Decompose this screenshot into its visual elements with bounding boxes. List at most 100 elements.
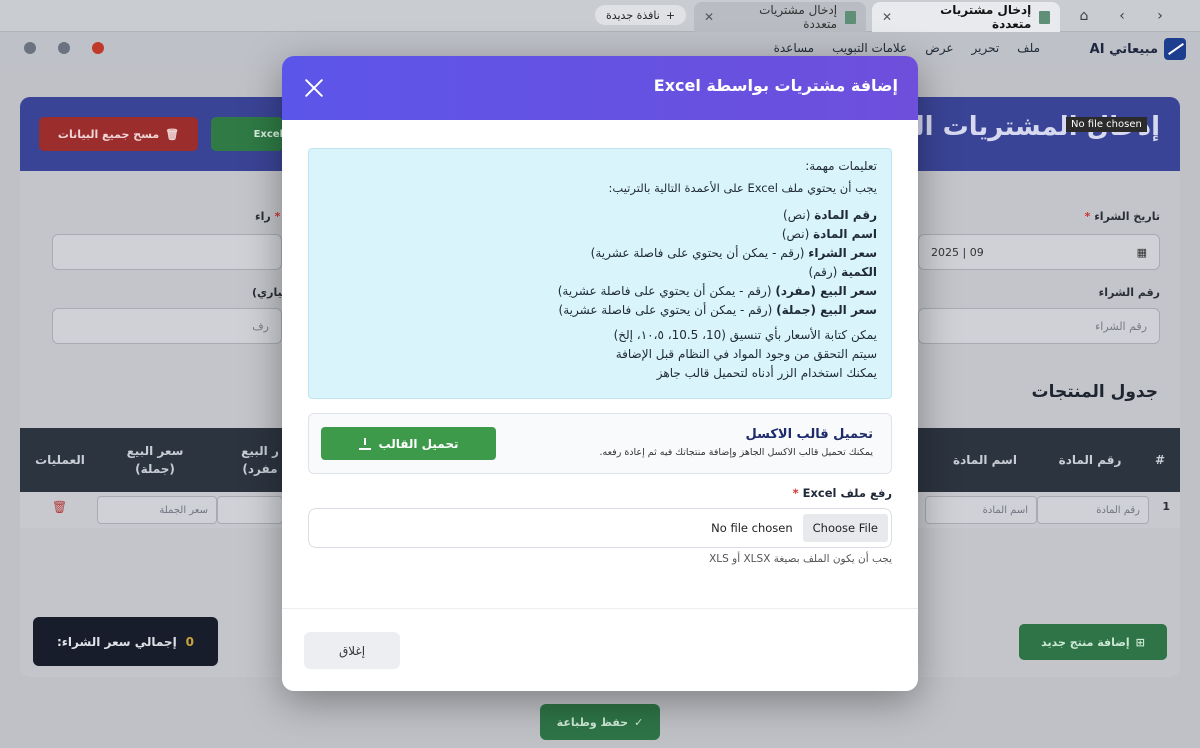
- new-tab-button[interactable]: + نافذة جديدة: [595, 5, 686, 25]
- note-line: يمكنك استخدام الزر أدناه لتحميل قالب جاه…: [656, 366, 877, 380]
- calendar-icon[interactable]: ▦: [1137, 246, 1147, 259]
- purchase-number-placeholder: رقم الشراء: [1095, 319, 1147, 333]
- document-icon: [1039, 10, 1050, 24]
- column-spec: سعر البيع (مفرد) (رقم - يمكن أن يحتوي عل…: [557, 284, 877, 298]
- wholesale-price-placeholder: سعر الجملة: [159, 504, 208, 516]
- optional-field-value: رف: [252, 319, 269, 333]
- download-icon: [358, 437, 371, 450]
- browser-tab-strip: ‹ › ⌂ إدخال مشتريات متعددة ✕ إدخال مشتري…: [0, 0, 1200, 32]
- menu-item-edit[interactable]: تحرير: [972, 41, 1000, 55]
- purchase-number-label: رقم الشراء: [1098, 286, 1160, 299]
- required-field-label: * راء: [255, 210, 281, 223]
- col-wholesale-price: سعر البيع (جملة): [126, 444, 184, 476]
- column-spec: سعر الشراء (رقم - يمكن أن يحتوي على فاصل…: [590, 246, 877, 260]
- template-description: يمكنك تحميل قالب الاكسل الجاهز وإضافة من…: [599, 447, 873, 458]
- brand-logo-icon: [1164, 38, 1186, 60]
- trash-icon: 🗑: [165, 127, 180, 141]
- column-spec: اسم المادة (نص): [781, 227, 877, 241]
- instructions-box: تعليمات مهمة: يجب أن يحتوي ملف Excel على…: [308, 148, 892, 399]
- plus-square-icon: ⊞: [1135, 635, 1145, 649]
- instructions-title: تعليمات مهمة:: [805, 159, 877, 173]
- home-icon[interactable]: ⌂: [1074, 6, 1094, 26]
- modal-header: إضافة مشتريات بواسطة Excel: [282, 56, 918, 120]
- date-value: 09 | 2025: [931, 245, 984, 259]
- close-button[interactable]: إغلاق: [304, 632, 400, 669]
- menu-icons: [24, 42, 104, 54]
- instructions-subtitle: يجب أن يحتوي ملف Excel على الأعمدة التال…: [608, 181, 877, 195]
- col-index: #: [1154, 453, 1166, 467]
- tab-active[interactable]: إدخال مشتريات متعددة ✕: [872, 2, 1060, 32]
- download-template-button[interactable]: تحميل القالب: [321, 427, 496, 460]
- menu-item-tabs[interactable]: علامات التبويب: [832, 41, 907, 55]
- col-item-number: رقم المادة: [1058, 453, 1122, 467]
- menu-item-file[interactable]: ملف: [1017, 41, 1040, 55]
- products-table-title: جدول المنتجات: [1031, 382, 1158, 402]
- menu-item-help[interactable]: مساعدة: [774, 41, 815, 55]
- delete-row-icon[interactable]: 🗑: [52, 500, 67, 514]
- tab-inactive[interactable]: إدخال مشتريات متعددة ✕: [694, 2, 866, 32]
- row-index: 1: [1162, 500, 1170, 513]
- add-product-button[interactable]: ⊞ إضافة منتج جديد: [1019, 624, 1167, 660]
- modal-title: إضافة مشتريات بواسطة Excel: [653, 76, 898, 95]
- upload-label: رفع ملف Excel *: [792, 486, 892, 500]
- new-tab-label: نافذة جديدة: [605, 8, 660, 22]
- total-purchase-box: 0 إجمالي سعر الشراء:: [33, 617, 218, 666]
- clear-all-button[interactable]: 🗑 مسح جميع البيانات: [39, 117, 198, 151]
- download-template-label: تحميل القالب: [378, 436, 459, 451]
- purchase-date-input[interactable]: ▦ 09 | 2025: [918, 234, 1160, 270]
- close-icon[interactable]: ✕: [882, 10, 892, 24]
- col-actions: العمليات: [35, 453, 85, 467]
- purchase-date-label: تاريخ الشراء *: [1084, 210, 1160, 223]
- settings-icon[interactable]: [24, 42, 36, 54]
- brand-name: مبيعاتي AI: [1089, 41, 1158, 57]
- excel-button-label: Excel: [253, 128, 283, 140]
- template-title: تحميل قالب الاكسل: [745, 427, 874, 442]
- save-print-button[interactable]: ✓ حفظ وطباعة: [540, 704, 660, 740]
- note-line: سيتم التحقق من وجود المواد في النظام قبل…: [615, 347, 877, 361]
- plus-icon: +: [665, 8, 676, 22]
- template-download-box: تحميل قالب الاكسل يمكنك تحميل قالب الاكس…: [308, 413, 892, 474]
- tooltip: No file chosen: [1066, 117, 1147, 132]
- field-input[interactable]: [52, 234, 282, 270]
- menu-item-view[interactable]: عرض: [925, 41, 953, 55]
- item-number-placeholder: رقم المادة: [1096, 504, 1140, 516]
- note-line: يمكن كتابة الأسعار بأي تنسيق (10، 10.5، …: [613, 328, 877, 342]
- choose-file-button[interactable]: Choose File: [802, 514, 888, 542]
- excel-import-modal: إضافة مشتريات بواسطة Excel تعليمات مهمة:…: [282, 56, 918, 691]
- optional-field-input[interactable]: رف: [52, 308, 282, 344]
- brand: مبيعاتي AI: [1090, 38, 1186, 60]
- col-item-name: اسم المادة: [953, 453, 1017, 467]
- tab-label: إدخال مشتريات متعددة: [940, 3, 1032, 31]
- clear-all-label: مسح جميع البيانات: [57, 127, 160, 141]
- add-product-label: إضافة منتج جديد: [1041, 635, 1130, 649]
- item-name-input[interactable]: اسم المادة: [925, 496, 1037, 524]
- bell-icon[interactable]: [58, 42, 70, 54]
- excel-import-button[interactable]: Excel: [211, 117, 283, 151]
- file-status: No file chosen: [711, 521, 793, 535]
- back-icon[interactable]: ‹: [1150, 6, 1170, 26]
- item-number-input[interactable]: رقم المادة: [1037, 496, 1149, 524]
- modal-body: تعليمات مهمة: يجب أن يحتوي ملف Excel على…: [282, 148, 918, 565]
- instructions-notes: يمكن كتابة الأسعار بأي تنسيق (10، 10.5، …: [323, 326, 877, 383]
- column-spec: الكمية (رقم): [808, 265, 877, 279]
- total-value: 0: [185, 634, 194, 649]
- retail-price-input[interactable]: [217, 496, 283, 524]
- check-circle-icon: ✓: [634, 715, 644, 729]
- column-spec: رقم المادة (نص): [783, 208, 877, 222]
- document-icon: [845, 10, 856, 24]
- column-spec: سعر البيع (جملة) (رقم - يمكن أن يحتوي عل…: [558, 303, 877, 317]
- close-icon[interactable]: [304, 78, 324, 98]
- user-icon[interactable]: [92, 42, 104, 54]
- total-label: إجمالي سعر الشراء:: [57, 634, 177, 649]
- tab-label: إدخال مشتريات متعددة: [759, 3, 838, 31]
- close-icon[interactable]: ✕: [704, 10, 714, 24]
- purchase-number-input[interactable]: رقم الشراء: [918, 308, 1160, 344]
- modal-footer: إغلاق: [282, 608, 918, 691]
- file-input[interactable]: Choose File No file chosen: [308, 508, 892, 548]
- file-format-hint: يجب أن يكون الملف بصيغة XLSX أو XLS: [709, 553, 892, 565]
- save-print-label: حفظ وطباعة: [556, 715, 629, 729]
- forward-icon[interactable]: ›: [1112, 6, 1132, 26]
- wholesale-price-input[interactable]: سعر الجملة: [97, 496, 217, 524]
- item-name-placeholder: اسم المادة: [982, 504, 1028, 516]
- main-menu: ملف تحرير عرض علامات التبويب مساعدة: [774, 41, 1040, 55]
